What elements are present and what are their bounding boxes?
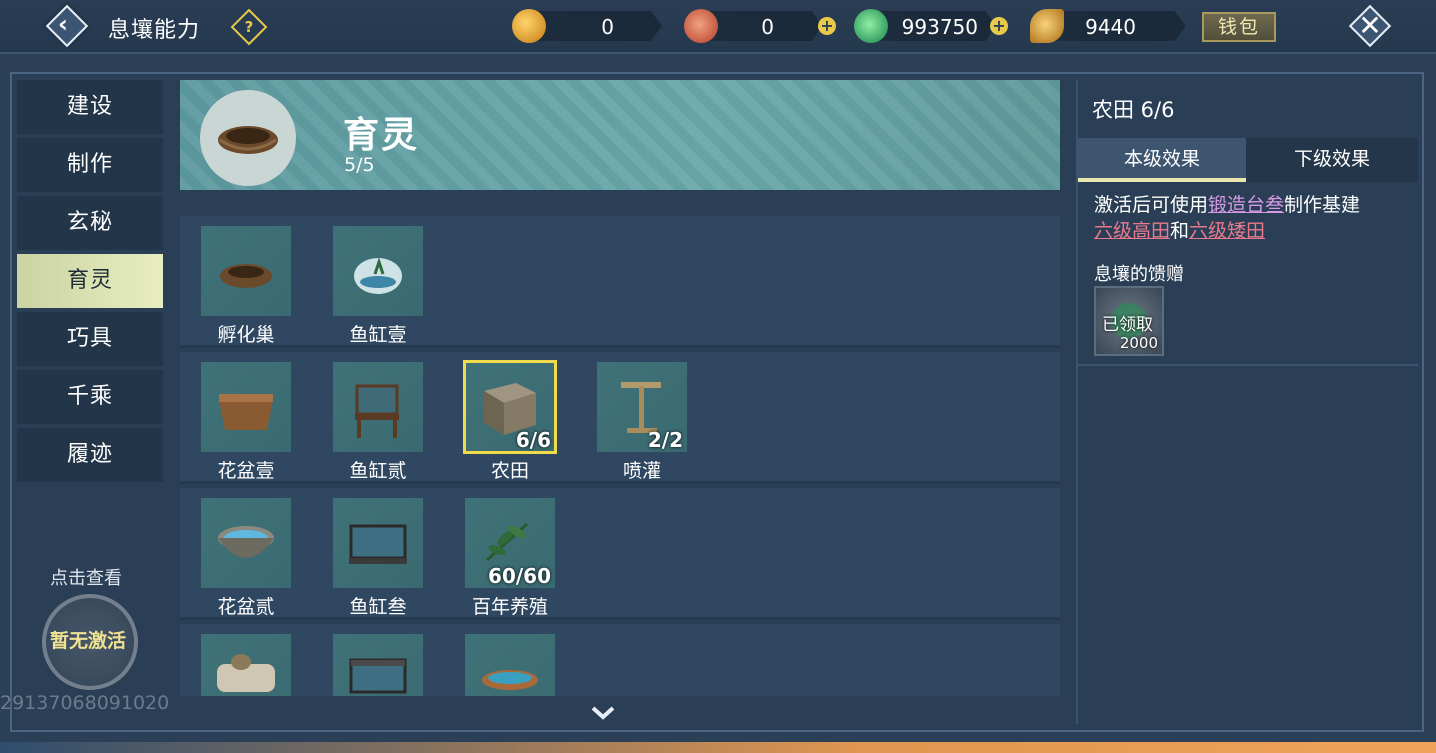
- category-banner: [180, 80, 1060, 190]
- sidebar-item-mystic[interactable]: 玄秘: [17, 196, 163, 250]
- item-name: 孵化巢: [217, 324, 275, 346]
- item-name: 花盆贰: [217, 596, 275, 618]
- gift-reward-slot[interactable]: 已领取 2000: [1094, 286, 1164, 356]
- grid-item-fish-tank-2[interactable]: 鱼缸贰: [333, 352, 423, 482]
- item-name: 花盆壹: [217, 460, 275, 482]
- add-red-button[interactable]: +: [818, 17, 836, 35]
- chevron-down-icon[interactable]: [590, 704, 616, 722]
- sidebar-item-construction[interactable]: 建设: [17, 80, 163, 134]
- sidebar-item-tools[interactable]: 巧具: [17, 312, 163, 366]
- player-id-watermark: 29137068091020: [0, 692, 170, 714]
- category-sidebar: 建设 制作 玄秘 育灵 巧具 千乘 履迹: [17, 80, 163, 486]
- banner-pattern: [180, 80, 1060, 190]
- currency-red: 0 +: [684, 9, 844, 43]
- item-name: 喷灌: [622, 460, 661, 482]
- banner-count: 5/5: [344, 154, 375, 176]
- link-high-field[interactable]: 六级高田: [1094, 220, 1170, 242]
- currency-leaf: 9440: [1030, 9, 1190, 43]
- item-name: 鱼缸贰: [349, 460, 407, 482]
- add-jade-button[interactable]: +: [990, 17, 1008, 35]
- page-title: 息壤能力: [108, 18, 201, 43]
- close-icon: ✕: [1358, 9, 1382, 42]
- seal-status-label: 暂无激活: [50, 630, 127, 652]
- close-button[interactable]: ✕: [1348, 4, 1392, 48]
- top-bar: ‹ 息壤能力 ? 0 0 + 993750 + 9440 钱包 ✕: [0, 0, 1436, 54]
- item-name: 鱼缸叁: [349, 596, 407, 618]
- back-button[interactable]: ‹: [44, 4, 90, 48]
- gift-status: 已领取: [1102, 315, 1153, 335]
- water-basin-icon: [201, 498, 291, 588]
- currency-leaf-value: 9440: [1085, 15, 1136, 39]
- grid-row: 孵化巢 鱼缸壹: [180, 216, 1060, 348]
- sidebar-item-vehicles[interactable]: 千乘: [17, 370, 163, 424]
- item-name: 百年养殖: [471, 596, 548, 618]
- grid-row: [180, 624, 1060, 696]
- grid-item-farmland[interactable]: 6/6 农田: [463, 352, 557, 482]
- link-low-field[interactable]: 六级矮田: [1189, 220, 1265, 242]
- wallet-button[interactable]: 钱包: [1202, 12, 1276, 42]
- stone-trough-icon: [201, 634, 291, 696]
- grid-item-sprinkler[interactable]: 2/2 喷灌: [597, 352, 687, 482]
- grid-row: 花盆贰 鱼缸叁 60/60 百年养殖: [180, 488, 1060, 620]
- help-icon[interactable]: ?: [230, 8, 268, 46]
- grid-item-incubator-nest[interactable]: 孵化巢: [201, 216, 291, 346]
- grid-row: 花盆壹 鱼缸贰 6/6 农田 2/2 喷灌: [180, 352, 1060, 484]
- jade-coin-icon: [854, 9, 888, 43]
- tap-to-view-label: 点击查看: [50, 568, 122, 589]
- currency-jade: 993750 +: [854, 9, 1020, 43]
- aquarium-large-icon: [333, 634, 423, 696]
- effect-tabs: 本级效果 下级效果: [1078, 138, 1418, 182]
- sidebar-item-crafting[interactable]: 制作: [17, 138, 163, 192]
- effect-and: 和: [1170, 220, 1190, 242]
- nest-art: [218, 126, 278, 154]
- grid-item-aquarium-large[interactable]: [333, 624, 423, 696]
- gift-amount: 2000: [1119, 334, 1158, 352]
- sidebar-item-footprints[interactable]: 履迹: [17, 428, 163, 482]
- red-swirl-icon: [684, 9, 718, 43]
- detail-title: 农田 6/6: [1092, 98, 1175, 122]
- chevron-left-icon: ‹: [58, 10, 68, 38]
- effect-mid: 制作基建: [1284, 194, 1361, 216]
- gift-label: 息壤的馈赠: [1094, 264, 1184, 285]
- item-name: 农田: [490, 460, 529, 482]
- bottom-strip: [0, 742, 1436, 753]
- currency-gold: 0: [512, 9, 662, 43]
- planter-box-icon: [201, 362, 291, 452]
- item-count: 60/60: [488, 564, 551, 588]
- banner-title: 育灵: [343, 115, 420, 156]
- gold-gourd-icon: [512, 9, 546, 43]
- grid-item-century-farming[interactable]: 60/60 百年养殖: [465, 488, 555, 618]
- grid-item-fish-tank-3[interactable]: 鱼缸叁: [333, 488, 423, 618]
- grid-item-stone-trough[interactable]: [201, 624, 291, 696]
- grid-item-fishbowl-1[interactable]: 鱼缸壹: [333, 216, 423, 346]
- sidebar-item-breeding[interactable]: 育灵: [17, 254, 163, 308]
- currency-jade-value: 993750: [901, 15, 978, 39]
- divider: [1078, 364, 1418, 366]
- fish-tank-stand-icon: [333, 362, 423, 452]
- grid-item-planter-1[interactable]: 花盆壹: [201, 352, 291, 482]
- item-name: 鱼缸壹: [349, 324, 407, 346]
- grid-item-planter-2[interactable]: 花盆贰: [201, 488, 291, 618]
- nest-icon: [200, 90, 296, 186]
- detail-panel: 农田 6/6 本级效果 下级效果 激活后可使用锻造台叁制作基建 六级高田和六级矮…: [1076, 80, 1418, 724]
- tab-next-level[interactable]: 下级效果: [1248, 138, 1416, 182]
- item-count: 6/6: [515, 428, 551, 452]
- building-grid: 孵化巢 鱼缸壹 花盆壹 鱼缸贰 6/6 农田 2/2 喷灌 花盆贰 鱼缸叁 60…: [180, 216, 1060, 696]
- aquarium-icon: [333, 498, 423, 588]
- effect-prefix: 激活后可使用: [1094, 194, 1209, 216]
- gold-leaf-icon: [1030, 9, 1064, 43]
- fishbowl-icon: [333, 226, 423, 316]
- blue-bowl-icon: [465, 634, 555, 696]
- currency-red-value: 0: [761, 15, 774, 39]
- effect-description: 激活后可使用锻造台叁制作基建 六级高田和六级矮田: [1094, 192, 1404, 244]
- tab-current-level[interactable]: 本级效果: [1078, 138, 1246, 182]
- nest-icon: [201, 226, 291, 316]
- currency-gold-value: 0: [601, 15, 614, 39]
- grid-item-blue-bowl[interactable]: [465, 624, 555, 696]
- link-forge-station[interactable]: 锻造台叁: [1208, 194, 1284, 216]
- item-count: 2/2: [647, 428, 683, 452]
